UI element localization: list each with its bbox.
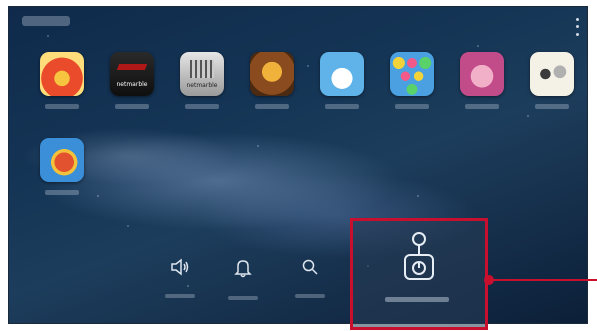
app-label-placeholder xyxy=(465,104,499,109)
game-launcher-label-placeholder xyxy=(385,297,449,302)
app-shortcut[interactable]: netmarble xyxy=(178,52,226,109)
dot-icon xyxy=(575,32,579,36)
netmarble-text: netmarble xyxy=(116,81,148,88)
app-cartoon-characters-icon xyxy=(530,52,574,96)
app-shortcut[interactable] xyxy=(528,52,576,109)
game-launcher-button[interactable] xyxy=(350,218,488,330)
quick-action-label-placeholder xyxy=(228,296,258,300)
home-screen: netmarble netmarble xyxy=(8,6,588,324)
notification-bell-icon xyxy=(234,260,252,278)
quick-action-label-placeholder xyxy=(165,294,195,298)
quick-action-label-placeholder xyxy=(295,294,325,298)
app-label-placeholder xyxy=(395,104,429,109)
sound-icon xyxy=(171,258,189,276)
app-shortcut[interactable] xyxy=(38,52,86,109)
app-angry-bird-icon xyxy=(40,52,84,96)
screen-title-placeholder xyxy=(22,16,70,26)
app-parrot-icon xyxy=(40,138,84,182)
app-shortcut[interactable] xyxy=(38,138,86,195)
app-label-placeholder xyxy=(45,190,79,195)
app-warrior-game-icon xyxy=(250,52,294,96)
app-netmarble-dark-icon: netmarble xyxy=(110,52,154,96)
app-label-placeholder xyxy=(45,104,79,109)
app-shortcut[interactable] xyxy=(248,52,296,109)
app-shortcut[interactable] xyxy=(458,52,506,109)
app-label-placeholder xyxy=(255,104,289,109)
app-shortcut[interactable] xyxy=(388,52,436,109)
search-icon xyxy=(302,259,318,275)
app-pink-character-icon xyxy=(460,52,504,96)
more-options-button[interactable] xyxy=(572,16,582,38)
app-monster-game-icon xyxy=(320,52,364,96)
sound-button[interactable] xyxy=(160,258,200,298)
app-label-placeholder xyxy=(325,104,359,109)
app-label-placeholder xyxy=(185,104,219,109)
app-bubble-shooter-icon xyxy=(390,52,434,96)
app-label-placeholder xyxy=(535,104,569,109)
game-launcher-joystick-icon xyxy=(404,232,434,280)
app-shortcut[interactable] xyxy=(318,52,366,109)
dot-icon xyxy=(575,25,579,29)
netmarble-text: netmarble xyxy=(186,82,218,89)
search-button[interactable] xyxy=(290,258,330,298)
dot-icon xyxy=(575,18,579,22)
callout-line xyxy=(492,279,597,281)
app-label-placeholder xyxy=(115,104,149,109)
app-shortcut[interactable]: netmarble xyxy=(108,52,156,109)
notification-button[interactable] xyxy=(223,258,263,300)
app-netmarble-light-icon: netmarble xyxy=(180,52,224,96)
